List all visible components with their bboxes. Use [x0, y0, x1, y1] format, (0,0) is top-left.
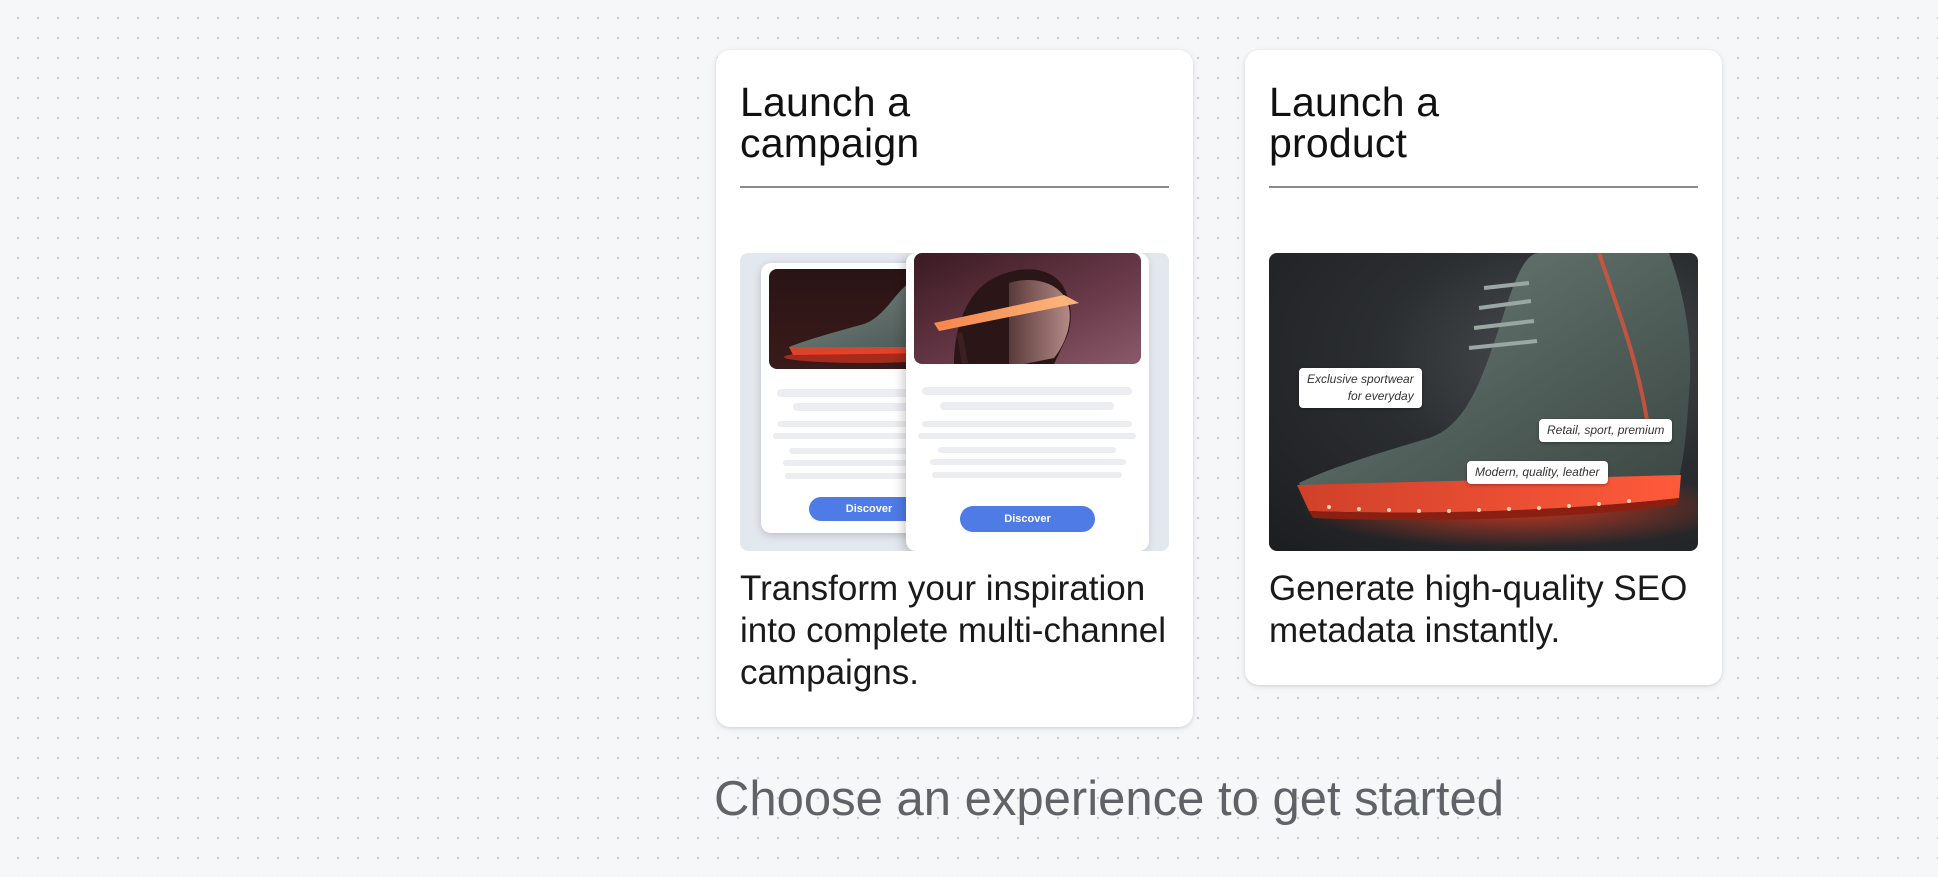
product-preview-illustration: Exclusive sportwear for everyday Retail,… [1269, 253, 1698, 551]
discover-button-front: Discover [960, 506, 1095, 532]
card-title-line-2: campaign [740, 120, 920, 166]
card-title-line-1: Launch a [1269, 79, 1440, 125]
get-started-prompt: Choose an experience to get started [714, 772, 1504, 826]
campaign-preview-illustration: Discover Discover [740, 253, 1169, 551]
product-tag-categories: Retail, sport, premium [1539, 419, 1673, 442]
card-divider [1269, 186, 1698, 188]
card-divider [740, 186, 1169, 188]
ad-mockup-front: Discover [906, 253, 1149, 551]
product-tag-attributes: Modern, quality, leather [1467, 461, 1608, 484]
card-description: Generate high-quality SEO metadata insta… [1269, 569, 1688, 650]
card-title: Launch a product [1269, 82, 1439, 164]
product-tag-sportwear: Exclusive sportwear for everyday [1299, 368, 1422, 408]
card-title: Launch a campaign [740, 82, 919, 164]
card-title-line-1: Launch a [740, 79, 911, 125]
woman-portrait-image [914, 253, 1141, 364]
card-title-line-2: product [1269, 120, 1408, 166]
launch-product-card[interactable]: Launch a product Exclusive sportwear for… [1245, 50, 1722, 685]
launch-campaign-card[interactable]: Launch a campaign Discover Discover Tran… [716, 50, 1193, 727]
card-description: Transform your inspiration into complete… [740, 569, 1167, 692]
